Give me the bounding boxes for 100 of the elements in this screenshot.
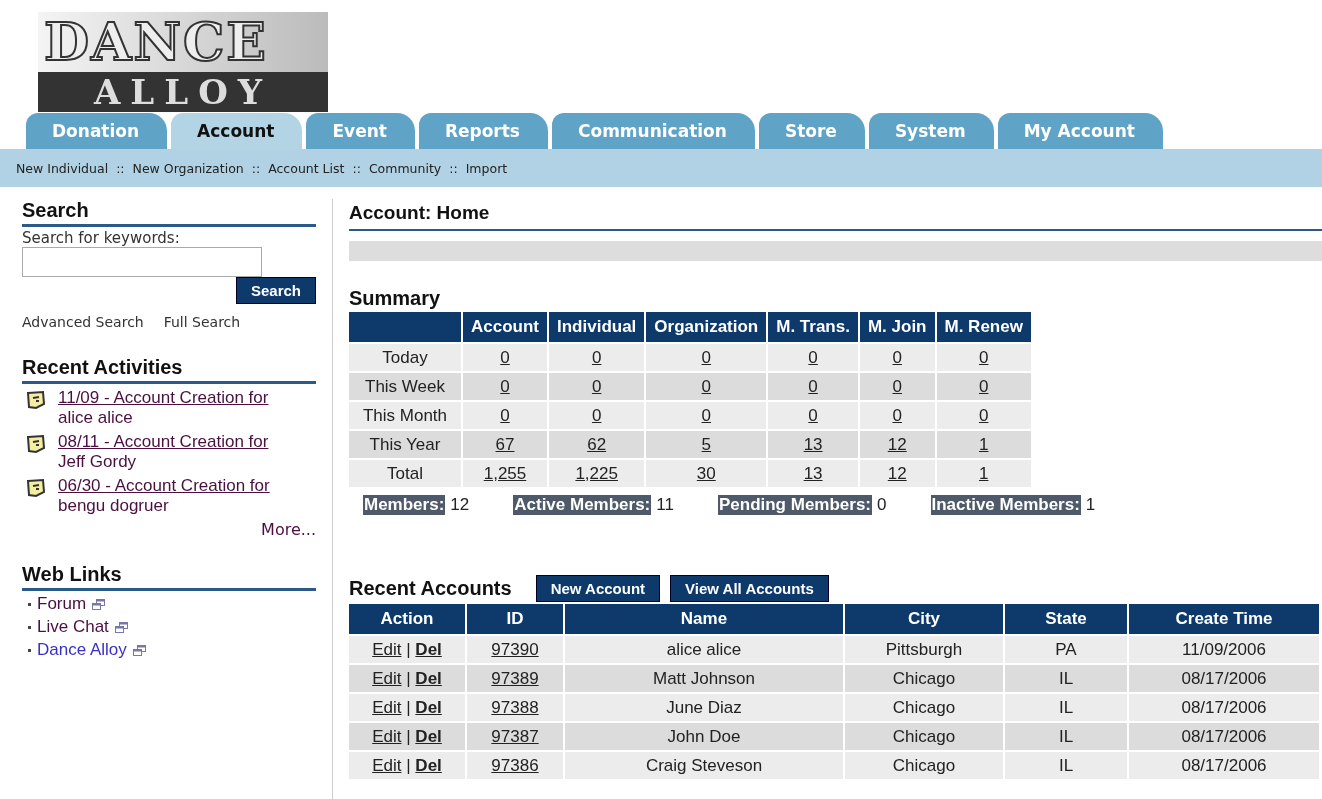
count-link[interactable]: 0	[591, 347, 602, 367]
table-cell: 08/17/2006	[1129, 723, 1319, 750]
count-link[interactable]: 0	[978, 347, 989, 367]
search-button[interactable]: Search	[235, 277, 316, 304]
subnav-link[interactable]: Community	[368, 160, 442, 176]
count-link[interactable]: 1,225	[575, 463, 618, 483]
delete-link[interactable]: Del	[415, 697, 442, 717]
member-label: Members:	[363, 495, 446, 515]
count-link[interactable]: 13	[803, 463, 823, 483]
count-link[interactable]: 67	[495, 434, 515, 454]
count-link[interactable]: 5	[701, 434, 712, 454]
web-link[interactable]: Live Chat	[37, 617, 109, 637]
edit-link[interactable]: Edit	[372, 755, 402, 775]
id-link[interactable]: 97386	[491, 755, 539, 775]
delete-link[interactable]: Del	[415, 726, 442, 746]
delete-link[interactable]: Del	[415, 639, 442, 659]
count-link[interactable]: 12	[887, 434, 907, 454]
table-cell: PA	[1005, 636, 1127, 663]
more-link[interactable]: More...	[261, 520, 316, 539]
logo: DANCE ALLOY	[18, 4, 358, 112]
column-header: Account	[463, 312, 547, 342]
subnav-link[interactable]: New Individual	[16, 160, 109, 176]
search-link[interactable]: Full Search	[163, 314, 241, 330]
column-header: Action	[349, 604, 465, 634]
count-link[interactable]: 0	[701, 405, 712, 425]
delete-link[interactable]: Del	[415, 755, 442, 775]
member-count: 11	[656, 495, 674, 515]
activity-link[interactable]: 06/30 - Account Creation for	[58, 476, 270, 496]
table-cell: Chicago	[845, 694, 1003, 721]
member-count: 12	[450, 495, 470, 515]
column-header: State	[1005, 604, 1127, 634]
count-link[interactable]: 13	[803, 434, 823, 454]
search-link[interactable]: Advanced Search	[22, 314, 144, 330]
action-button[interactable]: View All Accounts	[670, 575, 829, 602]
column-header: M. Renew	[936, 312, 1031, 342]
count-link[interactable]: 0	[500, 347, 510, 367]
count-link[interactable]: 0	[500, 376, 510, 396]
table-cell: 11/09/2006	[1129, 636, 1319, 663]
subnav-link[interactable]: New Organization	[132, 160, 244, 176]
count-link[interactable]: 0	[892, 376, 902, 396]
table-cell: Chicago	[845, 723, 1003, 750]
column-header: Name	[565, 604, 843, 634]
subnav-link[interactable]: Account List	[268, 160, 345, 176]
delete-link[interactable]: Del	[415, 668, 442, 688]
count-link[interactable]: 0	[892, 347, 902, 367]
table-cell: John Doe	[565, 723, 843, 750]
edit-link[interactable]: Edit	[372, 726, 402, 746]
section-title: Search	[22, 199, 316, 227]
count-link[interactable]: 1	[978, 463, 989, 483]
activity-link[interactable]: 11/09 - Account Creation for	[58, 388, 269, 408]
nav-tab[interactable]: Account	[171, 113, 303, 149]
bullet-icon	[28, 648, 31, 652]
member-count: 0	[877, 495, 887, 515]
subnav-link[interactable]: Import	[465, 160, 508, 176]
id-link[interactable]: 97389	[491, 668, 539, 688]
count-link[interactable]: 0	[978, 405, 989, 425]
column-header: City	[845, 604, 1003, 634]
count-link[interactable]: 0	[500, 405, 510, 425]
table-cell: Craig Steveson	[565, 752, 843, 779]
count-link[interactable]: 30	[696, 463, 716, 483]
count-link[interactable]: 0	[808, 376, 818, 396]
web-link[interactable]: Dance Alloy	[37, 640, 127, 660]
separator: ::	[449, 160, 458, 176]
activity-detail: Jeff Gordy	[58, 452, 138, 472]
count-link[interactable]: 0	[591, 405, 602, 425]
search-field[interactable]	[22, 247, 262, 277]
count-link[interactable]: 0	[701, 347, 712, 367]
edit-link[interactable]: Edit	[372, 697, 402, 717]
table-cell: 08/17/2006	[1129, 665, 1319, 692]
column-header: M. Trans.	[768, 312, 858, 342]
row-label: This Week	[349, 373, 461, 400]
count-link[interactable]: 0	[591, 376, 602, 396]
count-link[interactable]: 0	[808, 405, 818, 425]
action-button[interactable]: New Account	[535, 575, 661, 602]
count-link[interactable]: 1	[978, 434, 989, 454]
separator: |	[406, 639, 411, 659]
count-link[interactable]: 0	[701, 376, 712, 396]
count-link[interactable]: 62	[587, 434, 607, 454]
count-link[interactable]: 0	[892, 405, 902, 425]
id-link[interactable]: 97388	[491, 697, 539, 717]
id-link[interactable]: 97390	[491, 639, 539, 659]
member-label: Active Members:	[513, 495, 652, 515]
separator: ::	[116, 160, 125, 176]
count-link[interactable]: 12	[887, 463, 907, 483]
note-icon	[26, 478, 46, 498]
count-link[interactable]: 0	[978, 376, 989, 396]
table-cell: IL	[1005, 694, 1127, 721]
activity-link[interactable]: 08/11 - Account Creation for	[58, 432, 269, 452]
section-title: Web Links	[22, 563, 316, 591]
id-link[interactable]: 97387	[491, 726, 539, 746]
separator: |	[406, 697, 411, 717]
edit-link[interactable]: Edit	[372, 639, 402, 659]
count-link[interactable]: 0	[808, 347, 818, 367]
separator: |	[406, 726, 411, 746]
edit-link[interactable]: Edit	[372, 668, 402, 688]
table-cell: Chicago	[845, 665, 1003, 692]
bullet-icon	[28, 602, 31, 606]
member-count: 1	[1085, 495, 1096, 515]
web-link[interactable]: Forum	[37, 594, 87, 614]
count-link[interactable]: 1,255	[483, 463, 527, 483]
